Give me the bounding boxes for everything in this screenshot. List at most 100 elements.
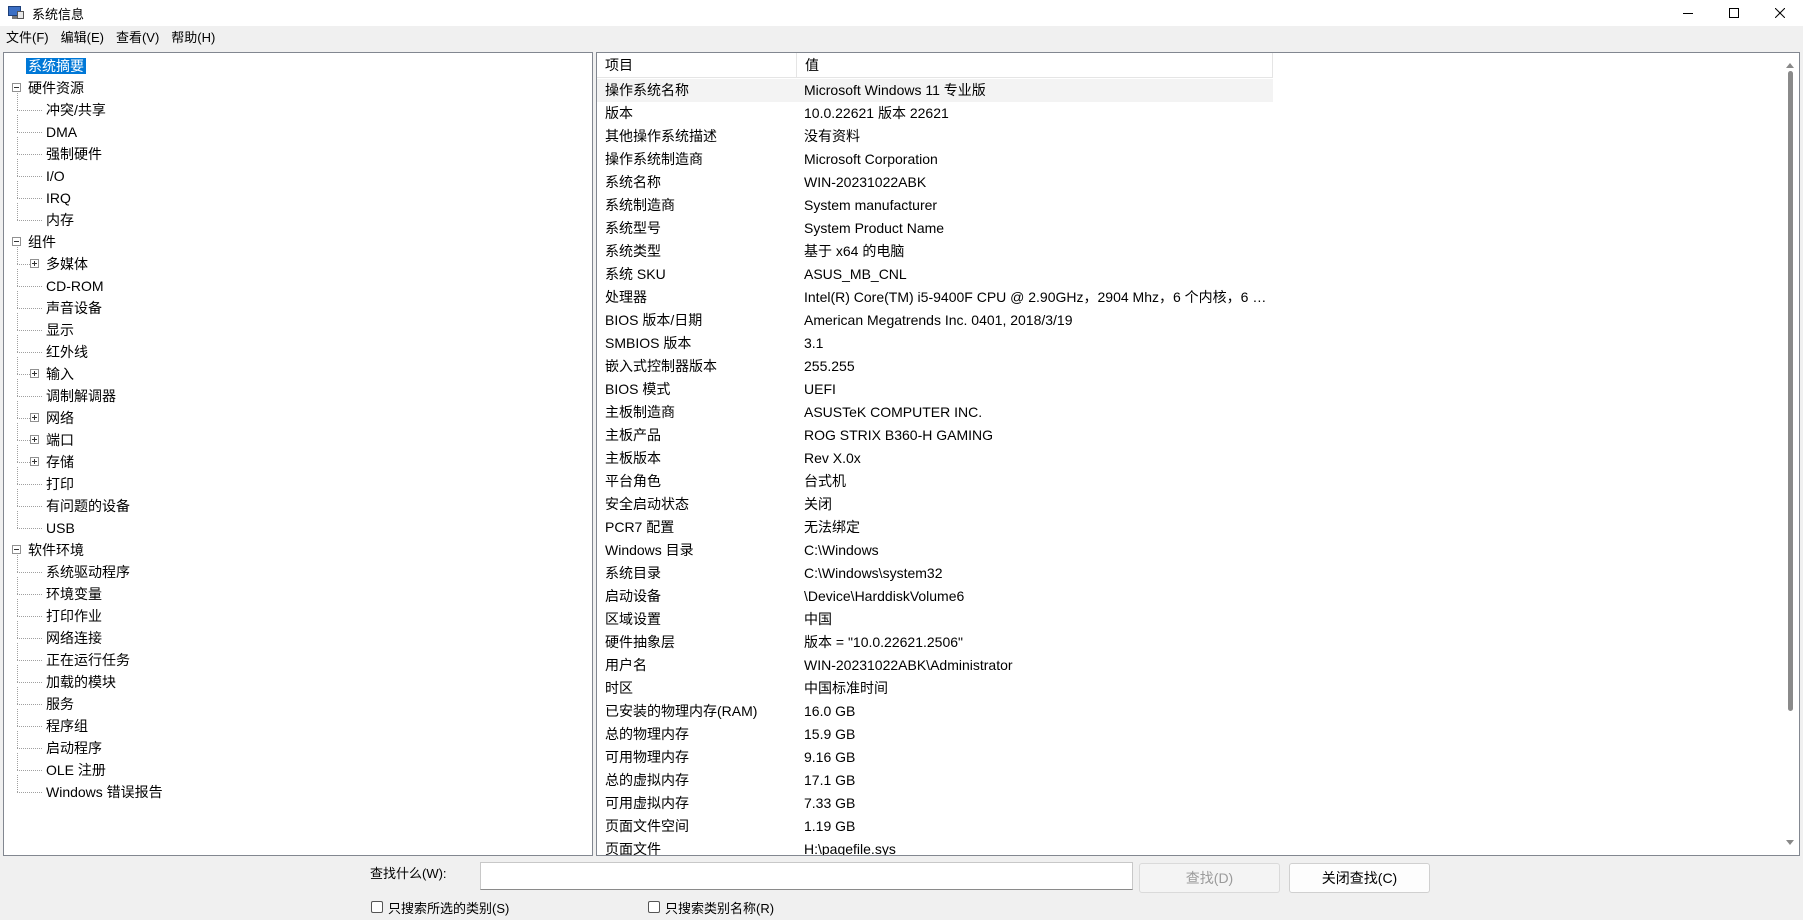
expand-icon[interactable] <box>30 435 39 444</box>
search-selected-category-option[interactable]: 只搜索所选的类别(S) <box>371 897 509 917</box>
table-row[interactable]: 操作系统制造商 Microsoft Corporation <box>597 148 1273 171</box>
table-row[interactable]: 可用物理内存 9.16 GB <box>597 746 1273 769</box>
search-category-names-checkbox[interactable] <box>648 901 660 913</box>
tree-item[interactable]: 冲突/共享 <box>44 100 108 120</box>
table-row[interactable]: 页面文件空间 1.19 GB <box>597 815 1273 838</box>
tree-item[interactable]: IRQ <box>44 188 73 208</box>
search-category-names-option[interactable]: 只搜索类别名称(R) <box>648 897 774 917</box>
table-row[interactable]: 用户名 WIN-20231022ABK\Administrator <box>597 654 1273 677</box>
tree-item[interactable]: 服务 <box>44 694 76 714</box>
tree-item[interactable]: 多媒体 <box>44 254 90 274</box>
search-selected-category-checkbox[interactable] <box>371 901 383 913</box>
collapse-icon[interactable] <box>12 83 21 92</box>
table-row[interactable]: 总的物理内存 15.9 GB <box>597 723 1273 746</box>
table-row[interactable]: 系统型号 System Product Name <box>597 217 1273 240</box>
tree-item[interactable]: 调制解调器 <box>44 386 118 406</box>
tree-item[interactable]: 内存 <box>44 210 76 230</box>
collapse-icon[interactable] <box>12 545 21 554</box>
column-header-item[interactable]: 项目 <box>597 53 797 78</box>
tree-item[interactable]: 有问题的设备 <box>44 496 132 516</box>
tree-item[interactable]: 系统摘要 <box>26 56 86 76</box>
value-cell: 中国 <box>804 611 832 627</box>
tree-item[interactable]: 环境变量 <box>44 584 104 604</box>
table-row[interactable]: 可用虚拟内存 7.33 GB <box>597 792 1273 815</box>
scrollbar-thumb[interactable] <box>1788 71 1793 711</box>
tree-item[interactable]: 端口 <box>44 430 76 450</box>
expand-icon[interactable] <box>30 369 39 378</box>
close-find-button[interactable]: 关闭查找(C) <box>1289 863 1430 893</box>
scroll-up-icon[interactable] <box>1786 63 1794 68</box>
tree-item[interactable]: 强制硬件 <box>44 144 104 164</box>
menu-help[interactable]: 帮助(H) <box>165 27 221 49</box>
table-row[interactable]: 平台角色 台式机 <box>597 470 1273 493</box>
tree-item[interactable]: 网络 <box>44 408 76 428</box>
tree-item[interactable]: 系统驱动程序 <box>44 562 132 582</box>
table-row[interactable]: 操作系统名称 Microsoft Windows 11 专业版 <box>597 79 1273 102</box>
table-row[interactable]: 嵌入式控制器版本 255.255 <box>597 355 1273 378</box>
tree-item[interactable]: 硬件资源 <box>26 78 86 98</box>
table-row[interactable]: 硬件抽象层 版本 = "10.0.22621.2506" <box>597 631 1273 654</box>
table-row[interactable]: 处理器 Intel(R) Core(TM) i5-9400F CPU @ 2.90… <box>597 286 1273 309</box>
table-row[interactable]: 系统制造商 System manufacturer <box>597 194 1273 217</box>
table-row[interactable]: 系统名称 WIN-20231022ABK <box>597 171 1273 194</box>
table-row[interactable]: 页面文件 H:\pagefile.sys <box>597 838 1273 855</box>
table-row[interactable]: Windows 目录 C:\Windows <box>597 539 1273 562</box>
tree-item[interactable]: 输入 <box>44 364 76 384</box>
table-row[interactable]: BIOS 版本/日期 American Megatrends Inc. 0401,… <box>597 309 1273 332</box>
tree-item[interactable]: DMA <box>44 122 79 142</box>
tree-item[interactable]: 红外线 <box>44 342 90 362</box>
category-tree[interactable]: 系统摘要 硬件资源 冲突/共享 DMA 强制硬件 I/O IRQ 内存 组件 多媒体 CD-ROM 声… <box>3 52 593 856</box>
table-row[interactable]: 系统类型 基于 x64 的电脑 <box>597 240 1273 263</box>
expand-icon[interactable] <box>30 413 39 422</box>
tree-item[interactable]: 启动程序 <box>44 738 104 758</box>
table-row[interactable]: PCR7 配置 无法绑定 <box>597 516 1273 539</box>
table-row[interactable]: 已安装的物理内存(RAM) 16.0 GB <box>597 700 1273 723</box>
tree-item[interactable]: 声音设备 <box>44 298 104 318</box>
table-row[interactable]: 版本 10.0.22621 版本 22621 <box>597 102 1273 125</box>
minimize-button[interactable] <box>1665 0 1711 26</box>
table-row[interactable]: BIOS 模式 UEFI <box>597 378 1273 401</box>
details-list[interactable]: 项目 值 操作系统名称 Microsoft Windows 11 专业版 版本 10.… <box>596 52 1800 856</box>
close-button[interactable] <box>1757 0 1803 26</box>
maximize-button[interactable] <box>1711 0 1757 26</box>
menu-view[interactable]: 查看(V) <box>110 27 165 49</box>
expand-icon[interactable] <box>30 457 39 466</box>
tree-item[interactable]: 存储 <box>44 452 76 472</box>
tree-item[interactable]: 软件环境 <box>26 540 86 560</box>
table-row[interactable]: 主板产品 ROG STRIX B360-H GAMING <box>597 424 1273 447</box>
tree-item[interactable]: 加载的模块 <box>44 672 118 692</box>
expand-icon[interactable] <box>30 259 39 268</box>
vertical-scrollbar[interactable] <box>1782 53 1799 855</box>
tree-item[interactable]: 正在运行任务 <box>44 650 132 670</box>
table-row[interactable]: 主板版本 Rev X.0x <box>597 447 1273 470</box>
tree-item[interactable]: 显示 <box>44 320 76 340</box>
table-row[interactable]: 时区 中国标准时间 <box>597 677 1273 700</box>
tree-item[interactable]: I/O <box>44 166 67 186</box>
find-button[interactable]: 查找(D) <box>1139 863 1280 893</box>
collapse-icon[interactable] <box>12 237 21 246</box>
table-row[interactable]: 系统 SKU ASUS_MB_CNL <box>597 263 1273 286</box>
tree-item[interactable]: 组件 <box>26 232 58 252</box>
tree-item[interactable]: 打印作业 <box>44 606 104 626</box>
tree-item[interactable]: OLE 注册 <box>44 760 108 780</box>
table-row[interactable]: SMBIOS 版本 3.1 <box>597 332 1273 355</box>
table-row[interactable]: 系统目录 C:\Windows\system32 <box>597 562 1273 585</box>
table-row[interactable]: 区域设置 中国 <box>597 608 1273 631</box>
table-row[interactable]: 其他操作系统描述 没有资料 <box>597 125 1273 148</box>
menu-edit[interactable]: 编辑(E) <box>55 27 110 49</box>
table-row[interactable]: 启动设备 \Device\HarddiskVolume6 <box>597 585 1273 608</box>
table-row[interactable]: 安全启动状态 关闭 <box>597 493 1273 516</box>
tree-item[interactable]: 程序组 <box>44 716 90 736</box>
tree-item[interactable]: USB <box>44 518 77 538</box>
tree-item[interactable]: CD-ROM <box>44 276 106 296</box>
tree-item[interactable]: Windows 错误报告 <box>44 782 165 802</box>
close-icon <box>1775 8 1785 18</box>
table-row[interactable]: 总的虚拟内存 17.1 GB <box>597 769 1273 792</box>
find-input[interactable] <box>480 862 1133 890</box>
table-row[interactable]: 主板制造商 ASUSTeK COMPUTER INC. <box>597 401 1273 424</box>
tree-item[interactable]: 打印 <box>44 474 76 494</box>
column-header-value[interactable]: 值 <box>797 53 1273 78</box>
scroll-down-icon[interactable] <box>1786 840 1794 845</box>
menu-file[interactable]: 文件(F) <box>0 27 55 49</box>
tree-item[interactable]: 网络连接 <box>44 628 104 648</box>
